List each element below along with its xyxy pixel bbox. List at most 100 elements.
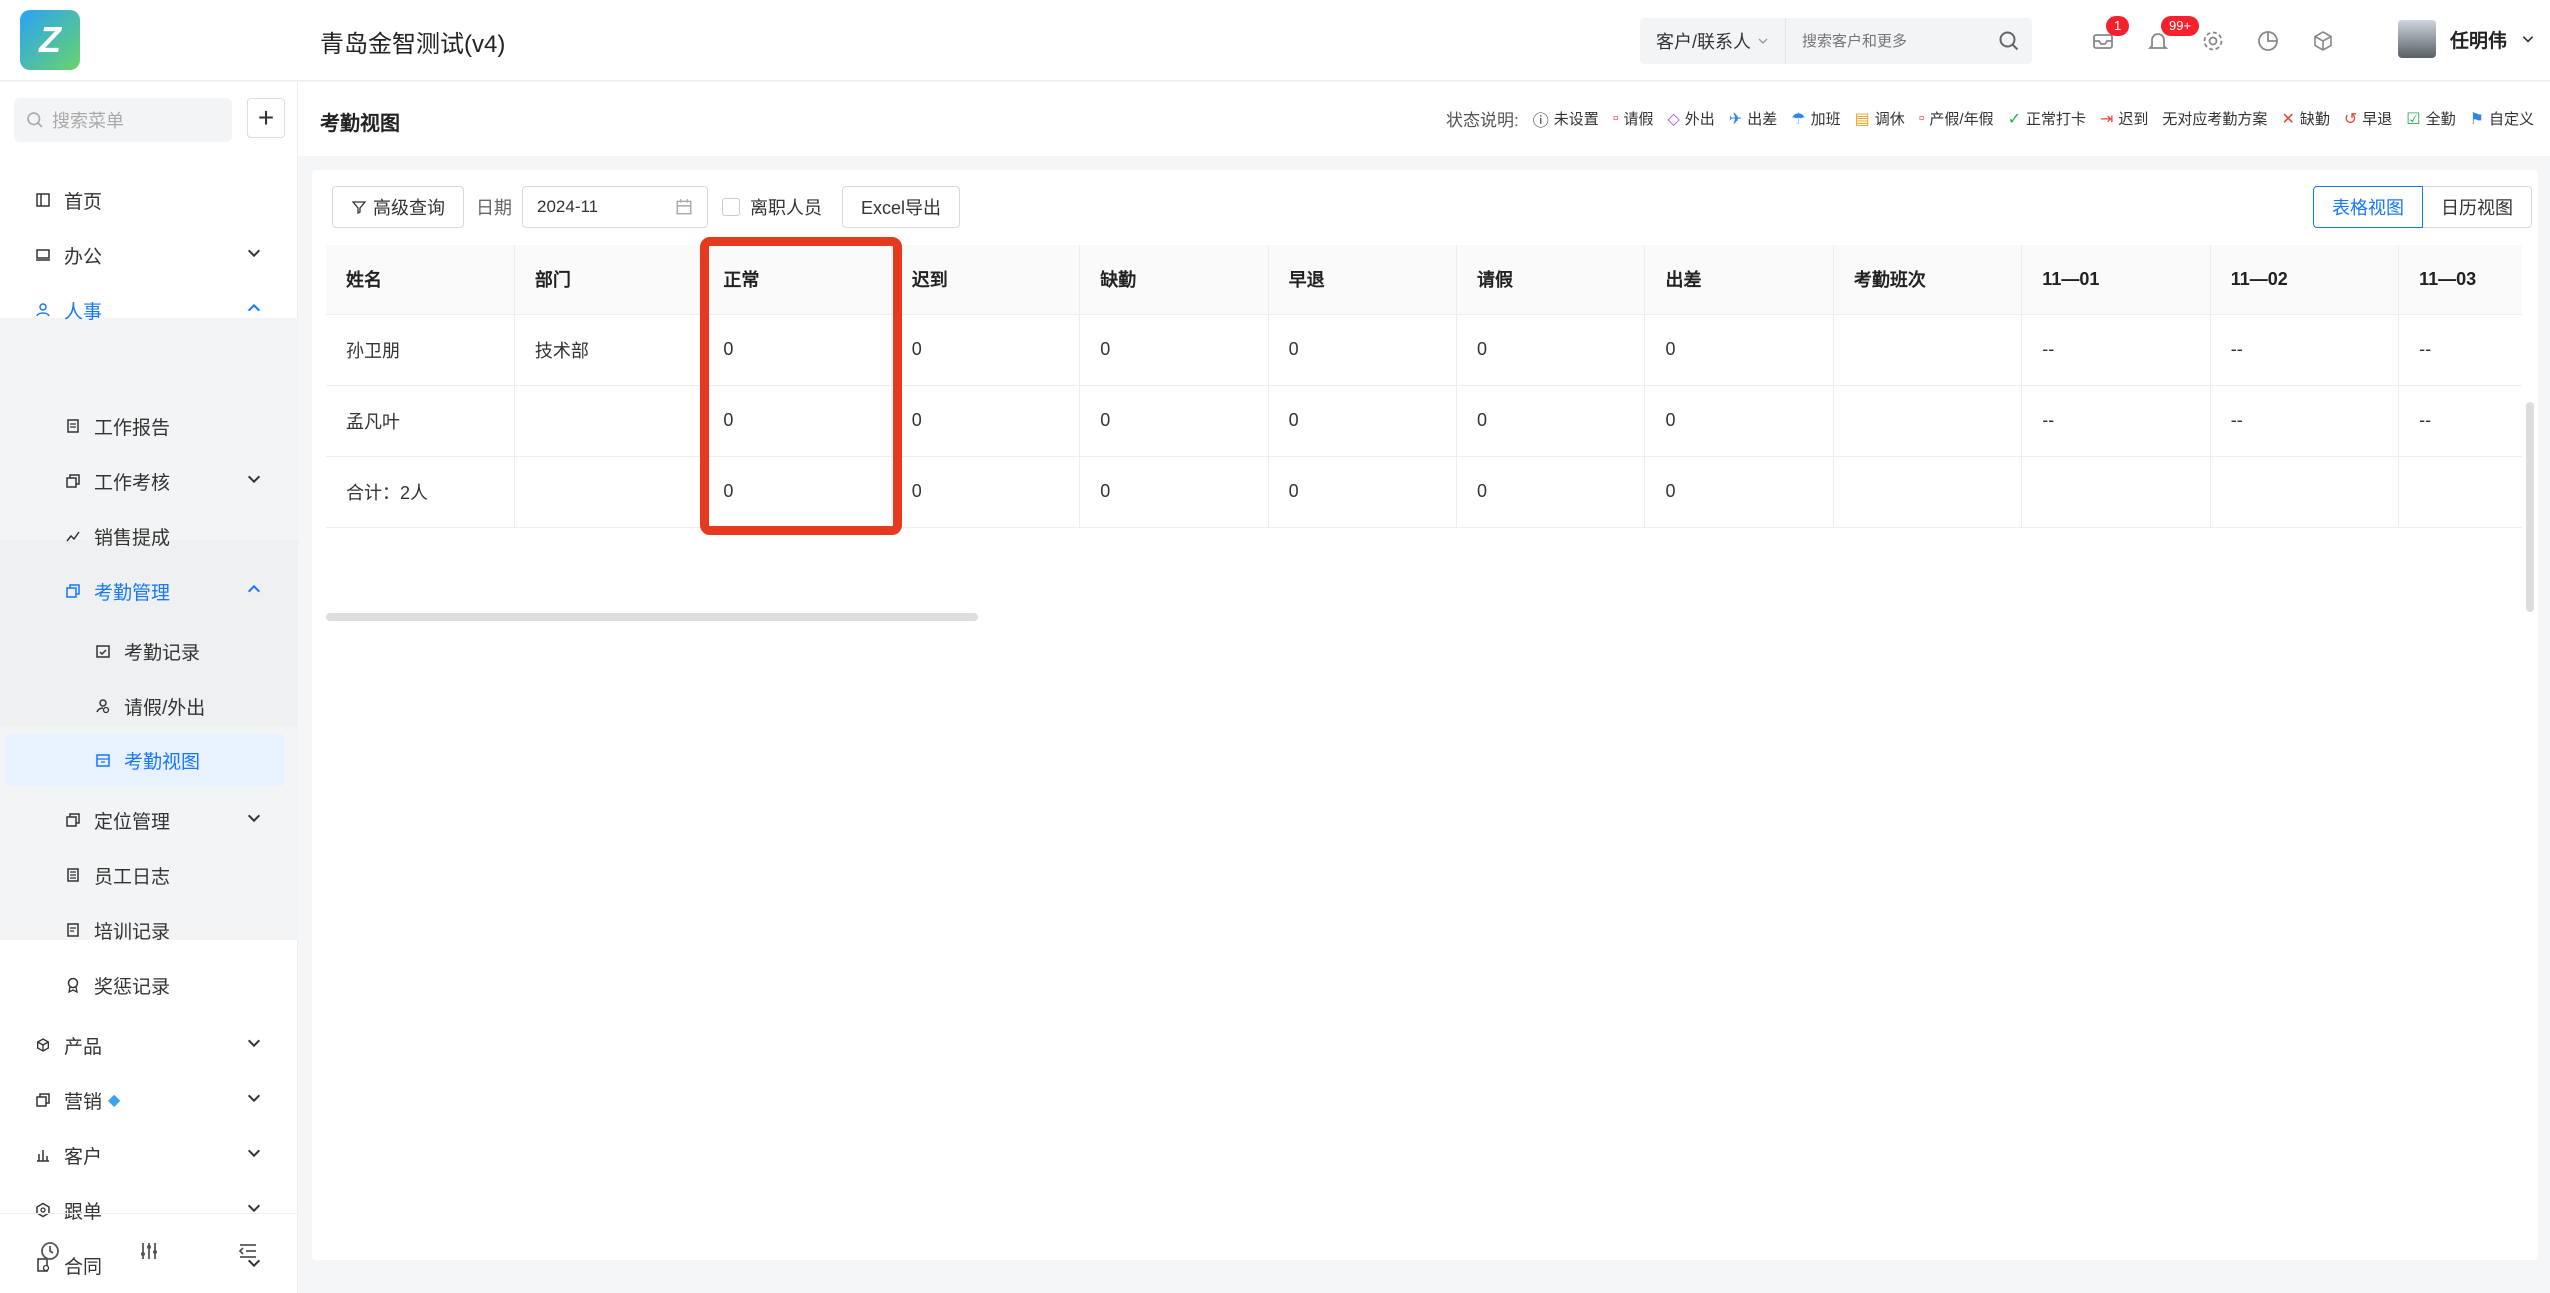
column-header[interactable]: 缺勤 [1079, 245, 1269, 315]
table-row[interactable]: 合计：2人 0 0 0 0 0 0 [326, 456, 2522, 528]
legend-glyph-icon: ✕ [2281, 110, 2295, 128]
avatar [2398, 20, 2436, 58]
excel-export-label: Excel导出 [861, 198, 942, 218]
table-cell [514, 385, 704, 457]
table-cell: 0 [891, 314, 1081, 386]
collapse-menu-icon[interactable] [237, 1240, 259, 1267]
sidebar-item-work-assessment[interactable]: 工作考核 [0, 455, 298, 507]
column-header[interactable]: 11—01 [2021, 245, 2211, 315]
filter-sliders-icon[interactable] [138, 1240, 160, 1267]
search-type-select[interactable]: 客户/联系人 [1640, 18, 1787, 64]
history-icon[interactable] [39, 1240, 61, 1267]
legend-label: 调休 [1874, 111, 1905, 128]
column-header[interactable]: 出差 [1644, 245, 1834, 315]
search-input[interactable] [1786, 18, 1987, 64]
table-cell: -- [2021, 314, 2211, 386]
mail-icon[interactable]: 1 [2088, 16, 2130, 56]
date-value: 2024-11 [537, 197, 599, 216]
legend-item: 无对应考勤方案 [2162, 108, 2267, 129]
pie-chart-icon[interactable] [2253, 26, 2283, 56]
settings-gear-icon[interactable] [2198, 26, 2228, 56]
sidebar-footer [0, 1213, 298, 1293]
legend-glyph-icon: ☂ [1791, 110, 1806, 128]
sidebar-item-rewards[interactable]: 奖惩记录 [0, 959, 298, 1011]
sidebar-item-work-report[interactable]: 工作报告 [0, 400, 298, 452]
search-icon[interactable] [1986, 18, 2032, 64]
sidebar-item-attendance-mgmt[interactable]: 考勤管理 [0, 565, 298, 617]
table-cell: 合计：2人 [326, 456, 515, 528]
sidebar-item-hr[interactable]: 人事 [0, 284, 298, 336]
content-panel: 高级查询 日期 2024-11 离职人员 Excel导出 表格视图 日历视图 姓… [312, 170, 2538, 1260]
sidebar-item-leave[interactable]: 请假/外出 [0, 680, 298, 732]
table-row[interactable]: 孙卫朋技术部000000-------- [326, 314, 2522, 386]
legend-glyph-icon: ✈ [1728, 110, 1743, 128]
legend-label: 加班 [1810, 111, 1841, 128]
table-cell: 0 [1644, 385, 1834, 457]
legend-label: 未设置 [1553, 111, 1599, 128]
legend-item: ◇ 外出 [1667, 108, 1714, 129]
sidebar-item-label: 定位管理 [94, 811, 171, 833]
app-logo[interactable]: Z [20, 10, 80, 70]
table-cell: 0 [1268, 385, 1458, 457]
column-header[interactable]: 11—02 [2210, 245, 2400, 315]
table-cell: 0 [1268, 456, 1458, 528]
page-header: 考勤视图 状态说明: ⓘ 未设置 ▫ 请假 ◇ 外出 ✈ 出差 ☂ 加班 ▤ 调休 ▫ 产假/年假 ✓ 正常打… [298, 82, 2550, 156]
legend-label: 缺勤 [2299, 111, 2330, 128]
column-header[interactable]: 请假 [1456, 245, 1646, 315]
user-menu[interactable]: 任明伟 [2398, 20, 2535, 58]
column-header[interactable]: 考勤班次 [1833, 245, 2023, 315]
legend-item: ⚑ 自定义 [2470, 108, 2534, 129]
excel-export-button[interactable]: Excel导出 [842, 186, 961, 228]
sidebar-item-office[interactable]: 办公 [0, 229, 298, 281]
legend-glyph-icon: ⚑ [2469, 110, 2484, 128]
sidebar-item-attendance-view[interactable]: 考勤视图 [6, 734, 284, 786]
product-icon [34, 1036, 52, 1054]
legend-label: 全勤 [2425, 111, 2456, 128]
table-cell: 0 [1079, 456, 1269, 528]
chevron-down-icon [2522, 36, 2534, 43]
commission-icon [64, 527, 82, 545]
sidebar-item-sales-commission[interactable]: 销售提成 [0, 510, 298, 562]
sidebar-item-product[interactable]: 产品 [0, 1019, 298, 1071]
attendance-table: 姓名部门正常迟到缺勤早退请假出差考勤班次11—0111—0211—0311—04… [326, 245, 2522, 528]
table-cell: -- [2398, 314, 2522, 386]
column-header[interactable]: 早退 [1268, 245, 1458, 315]
column-header[interactable]: 姓名 [326, 245, 515, 315]
chevron-down-icon [1758, 38, 1768, 44]
calendar-view-tab[interactable]: 日历视图 [2423, 186, 2532, 228]
table-view-tab[interactable]: 表格视图 [2313, 186, 2423, 228]
attendance-table-container: 姓名部门正常迟到缺勤早退请假出差考勤班次11—0111—0211—0311—04… [326, 245, 2522, 535]
sidebar-item-location-mgmt[interactable]: 定位管理 [0, 794, 298, 846]
date-picker[interactable]: 2024-11 [522, 186, 708, 228]
column-header[interactable]: 部门 [514, 245, 704, 315]
legend-title: 状态说明: [1446, 111, 1519, 130]
sidebar-item-staff-log[interactable]: 员工日志 [0, 849, 298, 901]
table-row[interactable]: 孟凡叶000000-------- [326, 385, 2522, 457]
menu-search-input[interactable]: 搜索菜单 [14, 98, 232, 142]
sidebar-item-marketing[interactable]: 营销 ◆ [0, 1074, 298, 1126]
calendar-icon [94, 751, 112, 769]
checkbox-box[interactable] [722, 198, 740, 216]
legend-glyph-icon: ▫ [1918, 109, 1925, 127]
horizontal-scrollbar[interactable] [326, 613, 978, 621]
toolbar: 高级查询 日期 2024-11 离职人员 Excel导出 [332, 186, 961, 228]
advanced-query-button[interactable]: 高级查询 [332, 186, 464, 228]
table-cell: -- [2210, 314, 2400, 386]
legend-label: 迟到 [2118, 111, 2149, 128]
add-button[interactable]: + [247, 98, 285, 138]
column-header[interactable]: 11—03 [2398, 245, 2522, 315]
sidebar-item-attendance-records[interactable]: 考勤记录 [0, 625, 298, 677]
resigned-staff-checkbox[interactable]: 离职人员 [722, 194, 822, 220]
sidebar-item-customer[interactable]: 客户 [0, 1129, 298, 1181]
chevron-down-icon [247, 475, 261, 484]
legend-item: ▫ 请假 [1613, 108, 1654, 129]
cube-icon[interactable] [2308, 26, 2338, 56]
bell-icon[interactable]: 99+ [2143, 16, 2200, 56]
column-header[interactable]: 迟到 [891, 245, 1081, 315]
legend-label: 早退 [2362, 111, 2393, 128]
sidebar-item-home[interactable]: 首页 [0, 174, 298, 226]
sidebar-item-label: 销售提成 [94, 527, 171, 549]
vertical-scrollbar[interactable] [2526, 402, 2534, 612]
sidebar-item-training[interactable]: 培训记录 [0, 904, 298, 956]
legend-glyph-icon: ✓ [2007, 110, 2021, 128]
